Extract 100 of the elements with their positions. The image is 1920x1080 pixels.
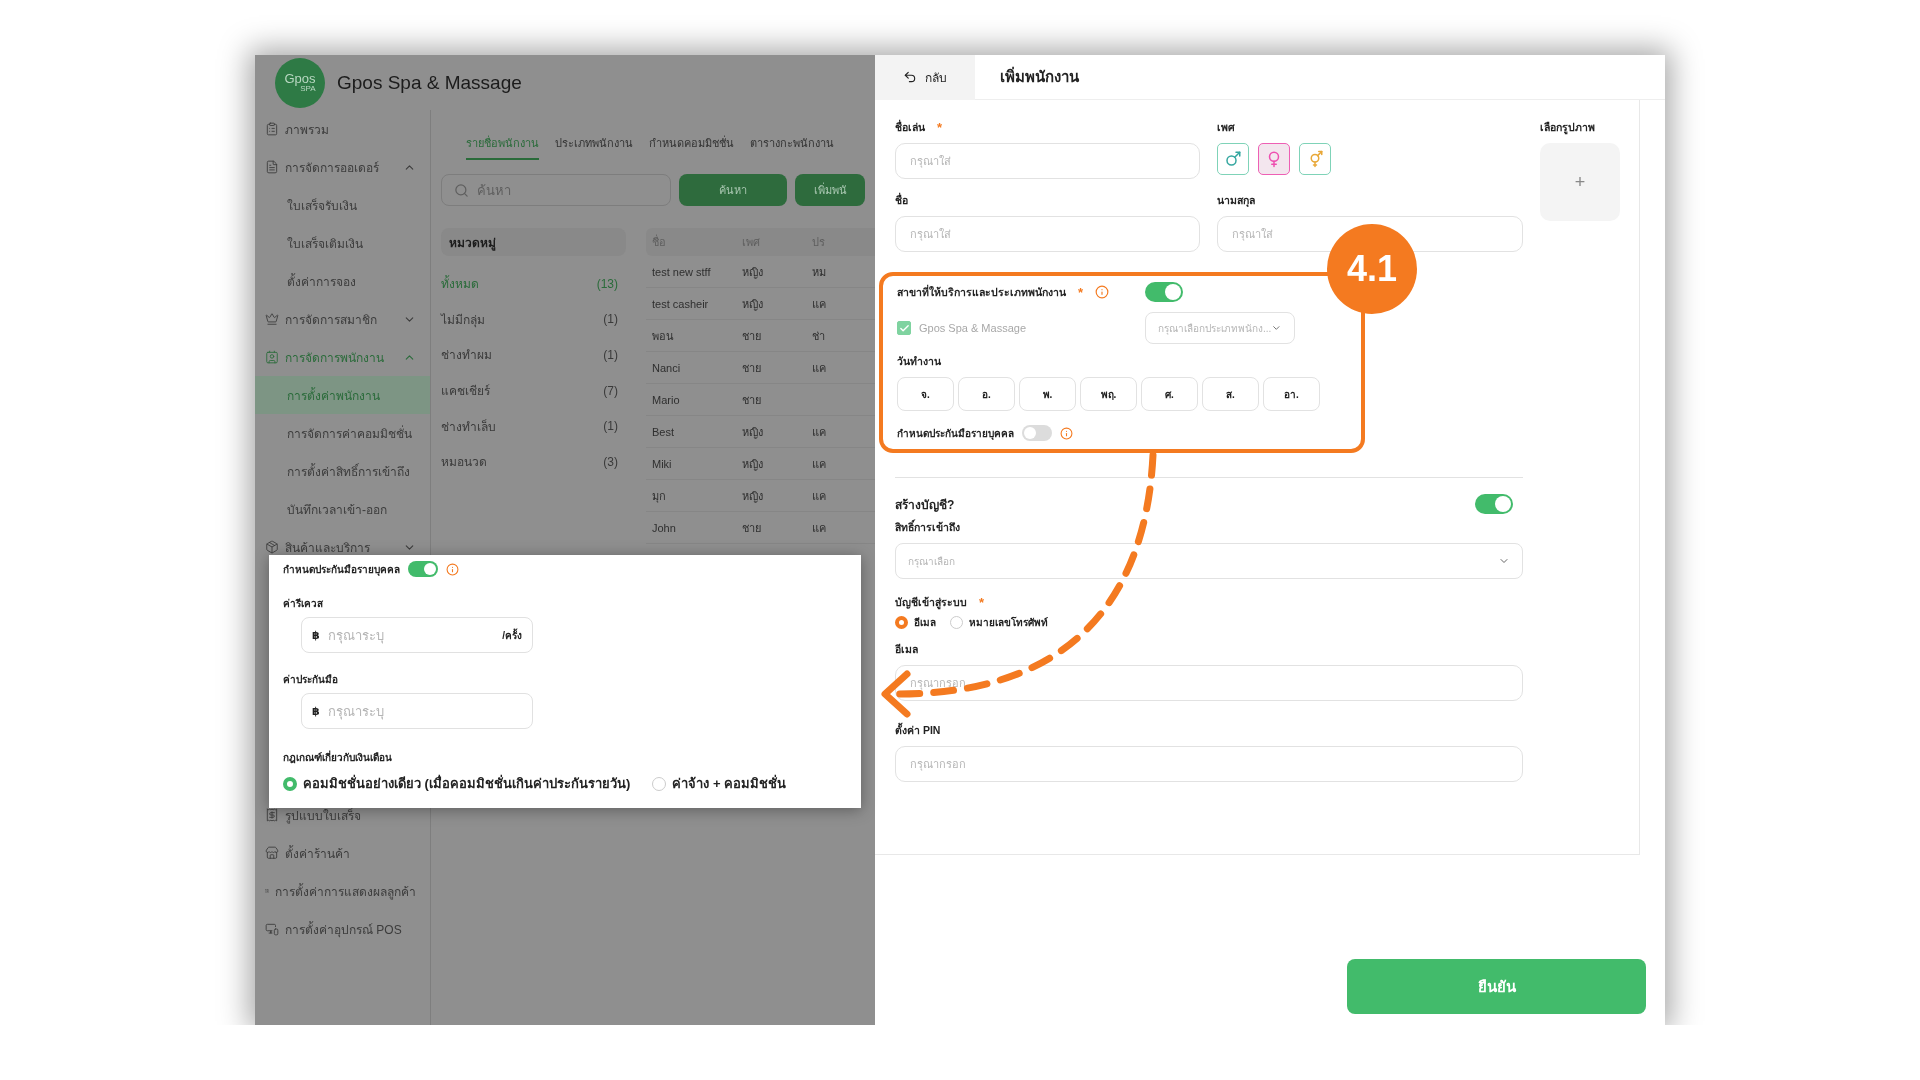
tab[interactable]: รายชื่อพนักงาน: [466, 128, 539, 160]
pin-input[interactable]: กรุณากรอก: [895, 746, 1523, 782]
category-item[interactable]: ช่างทำเล็บ (1): [441, 408, 626, 444]
field-label: กำหนดประกันมือรายบุคคล: [283, 562, 400, 577]
category-item[interactable]: ช่างทำผม (1): [441, 337, 626, 373]
gender-button[interactable]: [1299, 143, 1331, 175]
field-label: ชื่อ: [895, 191, 908, 208]
tab[interactable]: กำหนดคอมมิชชั่น: [649, 128, 734, 160]
menu-icon: [265, 540, 279, 554]
sidebar-item[interactable]: การตั้งค่าพนักงาน: [255, 376, 430, 414]
radio-option[interactable]: หมายเลขโทรศัพท์: [950, 615, 1048, 630]
step-badge: 4.1: [1327, 224, 1417, 314]
day-button[interactable]: อ.: [958, 377, 1015, 411]
required-mark: *: [937, 119, 943, 135]
sidebar-item[interactable]: การจัดการค่าคอมมิชชั่น: [255, 414, 430, 452]
confirm-button[interactable]: ยืนยัน: [1347, 959, 1646, 1014]
radio-option[interactable]: ค่าจ้าง + คอมมิชชั่น: [652, 773, 787, 794]
menu-icon: [265, 122, 279, 136]
day-button[interactable]: ส.: [1202, 377, 1259, 411]
table-cell-text: John: [652, 521, 677, 534]
info-icon: [446, 562, 459, 576]
menu-icon: [265, 312, 279, 326]
sidebar-item[interactable]: รูปแบบใบเสร็จ: [255, 796, 430, 834]
first-name-input[interactable]: กรุณาใส่: [895, 216, 1200, 252]
amount-input[interactable]: ฿ กรุณาระบุ: [301, 693, 533, 729]
sidebar-item[interactable]: การตั้งค่าการแสดงผลลูกค้า: [255, 872, 430, 910]
gender-button[interactable]: [1217, 143, 1249, 175]
tab[interactable]: ตารางกะพนักงาน: [750, 128, 834, 160]
undo-icon: [903, 70, 917, 84]
info-icon: [1060, 426, 1073, 440]
required-mark: *: [979, 594, 985, 610]
gender-button[interactable]: [1258, 143, 1290, 175]
category-header: หมวดหมู่: [441, 228, 626, 256]
menu-icon: [265, 808, 279, 822]
table-cell-text: หญิง: [742, 264, 764, 281]
drawer-title: เพิ่มพนักงาน: [1000, 65, 1079, 87]
sidebar-item[interactable]: การตั้งค่าสิทธิ์การเข้าถึง: [255, 452, 430, 490]
sidebar-item[interactable]: ใบเสร็จเติมเงิน: [255, 224, 430, 262]
menu-icon: [265, 350, 279, 364]
category-item[interactable]: หมอนวด (3): [441, 443, 626, 480]
field-label: เพศ: [1217, 119, 1235, 135]
sidebar-item[interactable]: ตั้งค่าร้านค้า: [255, 834, 430, 872]
category-item[interactable]: ทั้งหมด (13): [441, 266, 626, 302]
image-picker[interactable]: +: [1540, 143, 1620, 221]
field-label: วันทำงาน: [897, 353, 941, 369]
tab[interactable]: ประเภทพนักงาน: [555, 128, 633, 160]
table-cell-text: แค: [812, 424, 827, 440]
table-cell-text: Best: [652, 425, 675, 438]
sidebar-item[interactable]: ใบเสร็จรับเงิน: [255, 186, 430, 224]
search-button[interactable]: ค้นหา: [679, 174, 787, 206]
access-select[interactable]: กรุณาเลือก: [895, 543, 1523, 579]
radio-option[interactable]: อีเมล: [895, 615, 936, 630]
email-input[interactable]: กรุณากรอก: [895, 665, 1523, 701]
category-item[interactable]: ไม่มีกลุ่ม (1): [441, 301, 626, 338]
sidebar-item[interactable]: บันทึกเวลาเข้า-ออก: [255, 490, 430, 528]
app-title: Gpos Spa & Massage: [337, 71, 522, 94]
menu-icon: [265, 160, 279, 174]
table-cell-text: ชาย: [742, 520, 762, 536]
table-cell-text: หญิง: [742, 456, 764, 473]
toggle-switch[interactable]: [1145, 282, 1183, 302]
table-cell-text: ชาย: [742, 360, 762, 376]
field-label: เลือกรูปภาพ: [1540, 119, 1595, 136]
field-label: สิทธิ์การเข้าถึง: [895, 518, 960, 535]
day-button[interactable]: จ.: [897, 377, 954, 411]
table-cell-text: แค: [812, 296, 827, 312]
logo: Gpos SPA: [275, 57, 325, 108]
sidebar-item[interactable]: การตั้งค่าอุปกรณ์ POS: [255, 910, 430, 948]
day-button[interactable]: อา.: [1263, 377, 1320, 411]
toggle-switch[interactable]: [1022, 425, 1052, 441]
sidebar-item[interactable]: ภาพรวม: [255, 110, 430, 148]
field-label: สาขาที่ให้บริการและประเภทพนักงาน: [897, 283, 1066, 300]
sidebar-item[interactable]: การจัดการพนักงาน: [255, 338, 430, 376]
radio-option[interactable]: คอมมิชชั่นอย่างเดียว (เมื่อคอมมิชชั่นเกินค่าประกันรายวัน): [283, 773, 631, 794]
field-label: บัญชีเข้าสู่ระบบ: [895, 594, 967, 611]
branch-label: Gpos Spa & Massage: [919, 322, 1026, 334]
field-label: ค่ารีเควส: [283, 598, 323, 609]
sidebar-item[interactable]: การจัดการออเดอร์: [255, 148, 430, 186]
day-button[interactable]: พฤ.: [1080, 377, 1137, 411]
table-cell-text: หม: [812, 264, 827, 280]
sidebar-item[interactable]: การจัดการสมาชิก: [255, 300, 430, 338]
nickname-input[interactable]: กรุณาใส่: [895, 143, 1200, 179]
section-title: สร้างบัญชี?: [895, 496, 955, 514]
day-button[interactable]: พ.: [1019, 377, 1076, 411]
category-item[interactable]: แคชเชียร์ (7): [441, 372, 626, 409]
sidebar-item[interactable]: ตั้งค่าการจอง: [255, 262, 430, 300]
table-cell-text: Mario: [652, 393, 681, 406]
required-mark: *: [1078, 284, 1084, 300]
checkbox[interactable]: [897, 321, 911, 335]
back-button[interactable]: กลับ: [875, 54, 975, 100]
table-cell-text: แค: [812, 456, 827, 472]
add-button[interactable]: เพิ่มพนั: [795, 174, 865, 206]
toggle-switch[interactable]: [1475, 494, 1513, 514]
amount-input[interactable]: ฿ กรุณาระบุ /ครั้ง: [301, 617, 533, 653]
table-cell-text: หญิง: [742, 424, 764, 441]
table-cell-text: ชาย: [742, 328, 762, 344]
info-icon: [1095, 285, 1110, 299]
toggle-switch[interactable]: [408, 561, 438, 577]
table-cell-text: ชาย: [742, 392, 762, 408]
type-select[interactable]: กรุณาเลือกประเภทพนักง...: [1145, 312, 1295, 344]
day-button[interactable]: ศ.: [1141, 377, 1198, 411]
